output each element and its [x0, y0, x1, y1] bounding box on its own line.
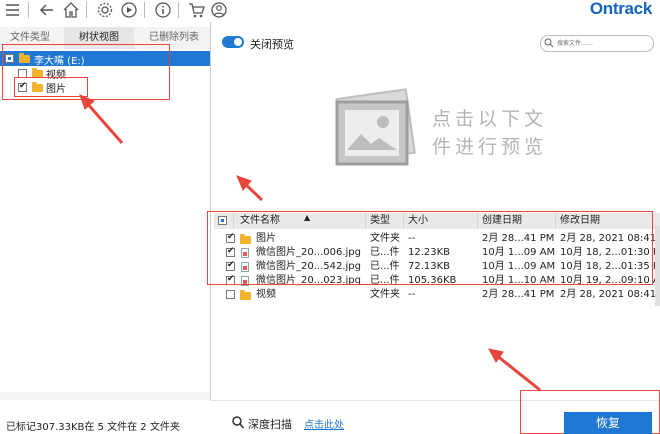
cell-modified: 2月 28, 2021 08:41 PM [560, 233, 660, 244]
column-header-name[interactable]: 文件名称 ▲ [234, 213, 366, 229]
row-checkbox[interactable] [226, 260, 235, 271]
row-checkbox[interactable] [226, 246, 235, 257]
cell-modified: 10月 18, 2...01:35 PM [560, 261, 660, 272]
cell-name: 图片 [256, 233, 276, 244]
folder-icon [240, 234, 251, 244]
deep-scan-label: 深度扫描 [248, 418, 292, 431]
magnifier-icon [232, 416, 244, 429]
row-checkbox[interactable] [226, 290, 235, 299]
cell-size: 72.13KB [408, 261, 451, 272]
column-header-label: 文件名称 [240, 215, 280, 226]
column-header-created[interactable]: 创建日期 [478, 213, 556, 229]
table-row[interactable]: 微信图片_20...006.jpg 已...件 12.23KB 10月 1...09 … [214, 246, 660, 260]
image-file-icon [241, 248, 249, 258]
status-text: 已标记307.33KB在 5 文件在 2 文件夹 [6, 422, 180, 433]
preview-hint-line2: 件进行预览 [432, 136, 548, 158]
table-row[interactable]: 视频 文件夹 -- 2月 28...41 PM 2月 28, 2021 08:41 PM [214, 288, 660, 302]
table-row[interactable]: 微信图片_20...023.jpg 已...件 105.36KB 10月 1...10… [214, 274, 660, 288]
cell-type: 已...件 [370, 275, 400, 286]
select-all-checkbox[interactable] [218, 216, 227, 225]
cell-type: 文件夹 [370, 289, 400, 300]
row-checkbox[interactable] [226, 232, 235, 243]
image-file-icon [241, 262, 249, 272]
cell-created: 10月 1...10 AM [482, 275, 556, 286]
table-row[interactable]: 微信图片_20...542.jpg 已...件 72.13KB 10月 1...09 … [214, 260, 660, 274]
click-here-link[interactable]: 点击此处 [304, 416, 344, 431]
cell-created: 10月 1...09 AM [482, 261, 556, 272]
cell-created: 2月 28...41 PM [482, 233, 555, 244]
preview-toggle[interactable] [222, 36, 244, 48]
file-table: 文件名称 ▲ 类型 大小 创建日期 修改日期 图片文件夹--2月 28...41… [214, 213, 660, 303]
folder-icon [240, 290, 251, 300]
cell-type: 已...件 [370, 247, 400, 258]
cell-name: 微信图片_20...542.jpg [256, 261, 361, 272]
cell-type: 文件夹 [370, 233, 400, 244]
image-placeholder-icon [335, 88, 416, 166]
column-header-size[interactable]: 大小 [404, 213, 478, 229]
row-checkbox[interactable] [226, 274, 235, 285]
cell-modified: 10月 19, 2...09:10 AM [560, 275, 660, 286]
cell-size: 105.36KB [408, 275, 457, 286]
table-row[interactable]: 图片 文件夹 -- 2月 28...41 PM 2月 28, 2021 08:41 PM [214, 232, 660, 246]
select-all-header[interactable] [214, 213, 234, 229]
column-header-type[interactable]: 类型 [366, 213, 404, 229]
cell-modified: 2月 28, 2021 08:41 PM [560, 289, 660, 300]
column-header-modified[interactable]: 修改日期 [556, 213, 660, 229]
cell-name: 微信图片_20...023.jpg [256, 275, 361, 286]
image-file-icon [241, 276, 249, 286]
cell-name: 视频 [256, 289, 276, 300]
preview-hint-line1: 点击以下文 [432, 108, 548, 130]
cell-size: 12.23KB [408, 247, 451, 258]
vertical-scrollbar[interactable] [655, 226, 660, 306]
search-icon [544, 38, 554, 48]
preview-toggle-label: 关闭预览 [250, 38, 294, 51]
cell-created: 2月 28...41 PM [482, 289, 555, 300]
recover-button[interactable]: 恢复 [564, 412, 652, 434]
cell-size: -- [408, 233, 416, 244]
cell-modified: 10月 18, 2...01:30 PM [560, 247, 660, 258]
sort-arrow-icon: ▲ [304, 213, 311, 222]
cell-created: 10月 1...09 AM [482, 247, 556, 258]
cell-size: -- [408, 289, 416, 300]
search-box[interactable] [540, 35, 654, 52]
cell-type: 已...件 [370, 261, 400, 272]
search-input[interactable] [555, 36, 653, 51]
cell-name: 微信图片_20...006.jpg [256, 247, 361, 258]
